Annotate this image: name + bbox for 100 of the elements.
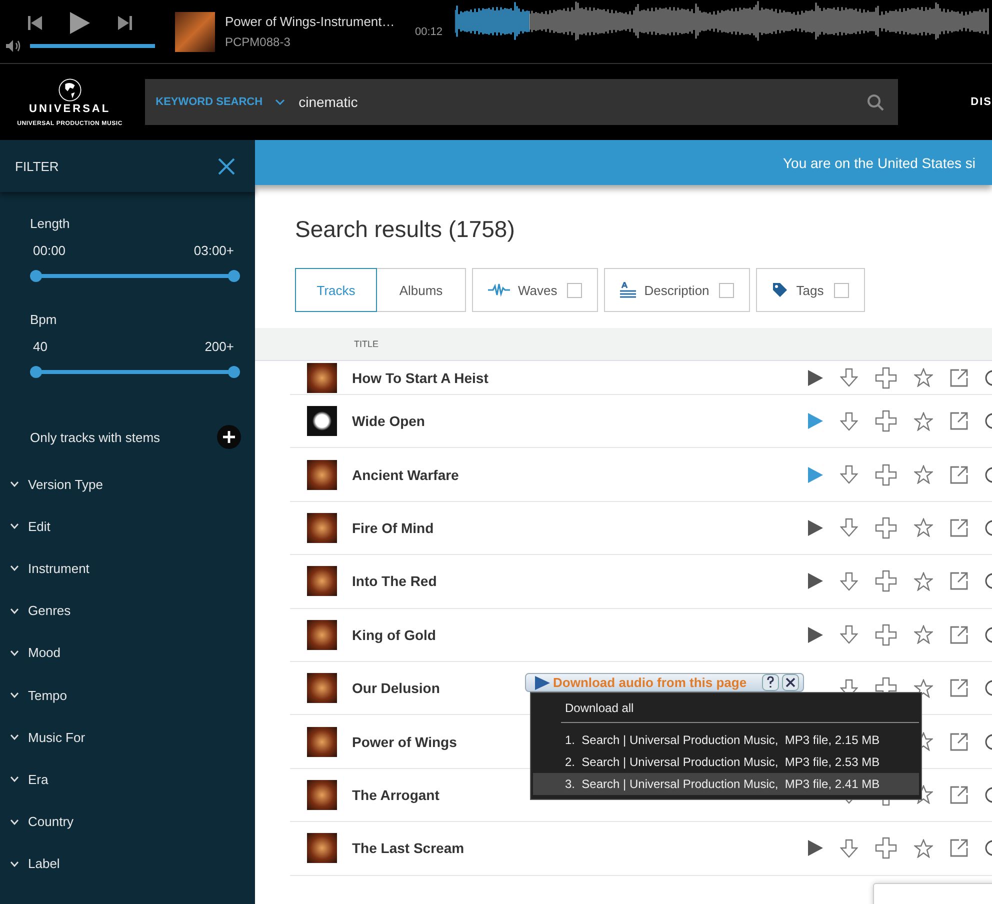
slider-handle[interactable]	[30, 270, 42, 282]
track-title[interactable]: Ancient Warfare	[352, 466, 808, 483]
track-title[interactable]: How To Start A Heist	[352, 370, 808, 386]
waveform-progress[interactable]	[455, 0, 530, 40]
search-icon[interactable]	[866, 94, 884, 110]
search-mode-dropdown[interactable]: KEYWORD SEARCH	[156, 96, 285, 108]
slider-max-value: 03:00+	[194, 243, 234, 258]
waveform-drawing[interactable]	[529, 0, 989, 42]
elapsed-time: 00:12	[415, 26, 444, 38]
stems-label: Only tracks with stems	[30, 430, 160, 444]
filter-section[interactable]: Era	[0, 758, 255, 800]
star-icon[interactable]	[914, 678, 933, 698]
share-icon[interactable]	[950, 786, 968, 804]
star-icon[interactable]	[914, 465, 933, 484]
chevron-down-icon	[10, 650, 19, 656]
close-icon[interactable]	[218, 158, 235, 174]
help-icon[interactable]	[762, 674, 779, 691]
slider-min-value: 40	[33, 339, 48, 354]
play-icon[interactable]	[808, 573, 823, 590]
star-icon[interactable]	[914, 518, 933, 538]
filter-section[interactable]: Genres	[0, 590, 255, 632]
album-thumbnail	[307, 620, 337, 650]
filter-section[interactable]: Version Type	[0, 463, 255, 506]
track-title[interactable]: Into The Red	[352, 573, 808, 590]
filter-section[interactable]: Country	[0, 800, 255, 843]
share-icon[interactable]	[950, 518, 968, 537]
album-thumbnail	[307, 362, 337, 392]
star-icon[interactable]	[914, 368, 933, 387]
chevron-down-icon	[10, 523, 19, 530]
slider-max-value: 200+	[204, 339, 234, 354]
menu-item[interactable]: Download all	[533, 697, 919, 719]
album-thumbnail	[307, 460, 337, 490]
filter-section[interactable]: Tempo	[0, 674, 255, 716]
display-toggle[interactable]: Description	[604, 268, 750, 312]
search-field[interactable]: KEYWORD SEARCH cinematic	[144, 79, 898, 125]
track-title[interactable]: The Last Scream	[352, 840, 808, 856]
volume-slider[interactable]	[30, 44, 155, 48]
slider-handle[interactable]	[228, 366, 240, 378]
chevron-down-icon	[10, 776, 19, 782]
slider-handle[interactable]	[228, 270, 240, 282]
filter-section[interactable]: Edit	[0, 505, 255, 548]
volume-icon[interactable]	[6, 40, 22, 52]
slider-label: Length	[30, 216, 71, 231]
text-lines-icon	[620, 282, 636, 298]
album-thumbnail	[307, 833, 337, 864]
track-title[interactable]: King of Gold	[352, 626, 808, 643]
filter-section[interactable]: Label	[0, 842, 255, 885]
play-icon[interactable]	[808, 466, 823, 483]
previous-icon[interactable]	[28, 16, 42, 30]
share-icon[interactable]	[950, 732, 968, 751]
column-header[interactable]: TITLE	[354, 339, 379, 349]
checkbox[interactable]	[567, 282, 582, 298]
checkbox[interactable]	[719, 282, 734, 298]
album-thumbnail	[307, 673, 337, 704]
share-icon[interactable]	[950, 368, 968, 386]
track-title[interactable]: Wide Open	[352, 413, 808, 430]
menu-item[interactable]: 1. Search | Universal Production Music, MP3 file, 2.15 MB	[533, 729, 919, 751]
play-icon[interactable]	[808, 626, 823, 643]
play-icon[interactable]	[808, 370, 823, 386]
star-icon[interactable]	[914, 412, 933, 431]
tag-icon	[772, 282, 788, 298]
album-thumbnail	[307, 512, 337, 543]
share-icon[interactable]	[950, 839, 968, 858]
checkbox[interactable]	[834, 282, 849, 298]
star-icon[interactable]	[914, 625, 933, 644]
display-toggle[interactable]: Tags	[756, 268, 865, 312]
view-tab[interactable]: Albums	[377, 268, 466, 312]
play-icon[interactable]	[70, 12, 90, 34]
share-icon[interactable]	[950, 412, 968, 430]
star-icon[interactable]	[914, 572, 933, 591]
play-icon[interactable]	[808, 413, 823, 430]
filter-section[interactable]: Mood	[0, 632, 255, 674]
nav-link[interactable]: DIS	[970, 96, 992, 108]
filter-section[interactable]: Music For	[0, 716, 255, 758]
share-icon[interactable]	[950, 466, 968, 484]
share-icon[interactable]	[950, 626, 968, 644]
star-icon[interactable]	[914, 838, 933, 858]
play-icon[interactable]	[808, 840, 823, 856]
share-icon[interactable]	[950, 679, 968, 698]
waveform-icon	[488, 283, 510, 297]
album-thumbnail	[307, 566, 337, 596]
slider-handle[interactable]	[30, 366, 42, 378]
track-title[interactable]: Fire Of Mind	[352, 520, 808, 536]
view-tab[interactable]: Tracks	[295, 268, 377, 312]
album-thumbnail	[307, 726, 337, 757]
menu-item[interactable]: 2. Search | Universal Production Music, MP3 file, 2.53 MB	[533, 751, 919, 773]
filter-section[interactable]: Instrument	[0, 547, 255, 590]
album-thumbnail	[307, 406, 337, 436]
add-icon[interactable]	[217, 425, 241, 449]
track-code: PCPM088-3	[225, 35, 292, 49]
close-icon[interactable]	[782, 674, 799, 691]
menu-item[interactable]: 3. Search | Universal Production Music, MP3 file, 2.41 MB	[533, 773, 919, 795]
next-icon[interactable]	[118, 16, 132, 30]
play-icon[interactable]	[808, 520, 823, 536]
display-toggle[interactable]: Waves	[472, 268, 598, 312]
share-icon[interactable]	[950, 572, 968, 590]
chevron-down-icon	[10, 565, 19, 572]
chevron-down-icon	[10, 608, 19, 614]
track-title: Power of Wings-Instrument…	[225, 14, 396, 29]
chevron-down-icon	[10, 860, 19, 867]
